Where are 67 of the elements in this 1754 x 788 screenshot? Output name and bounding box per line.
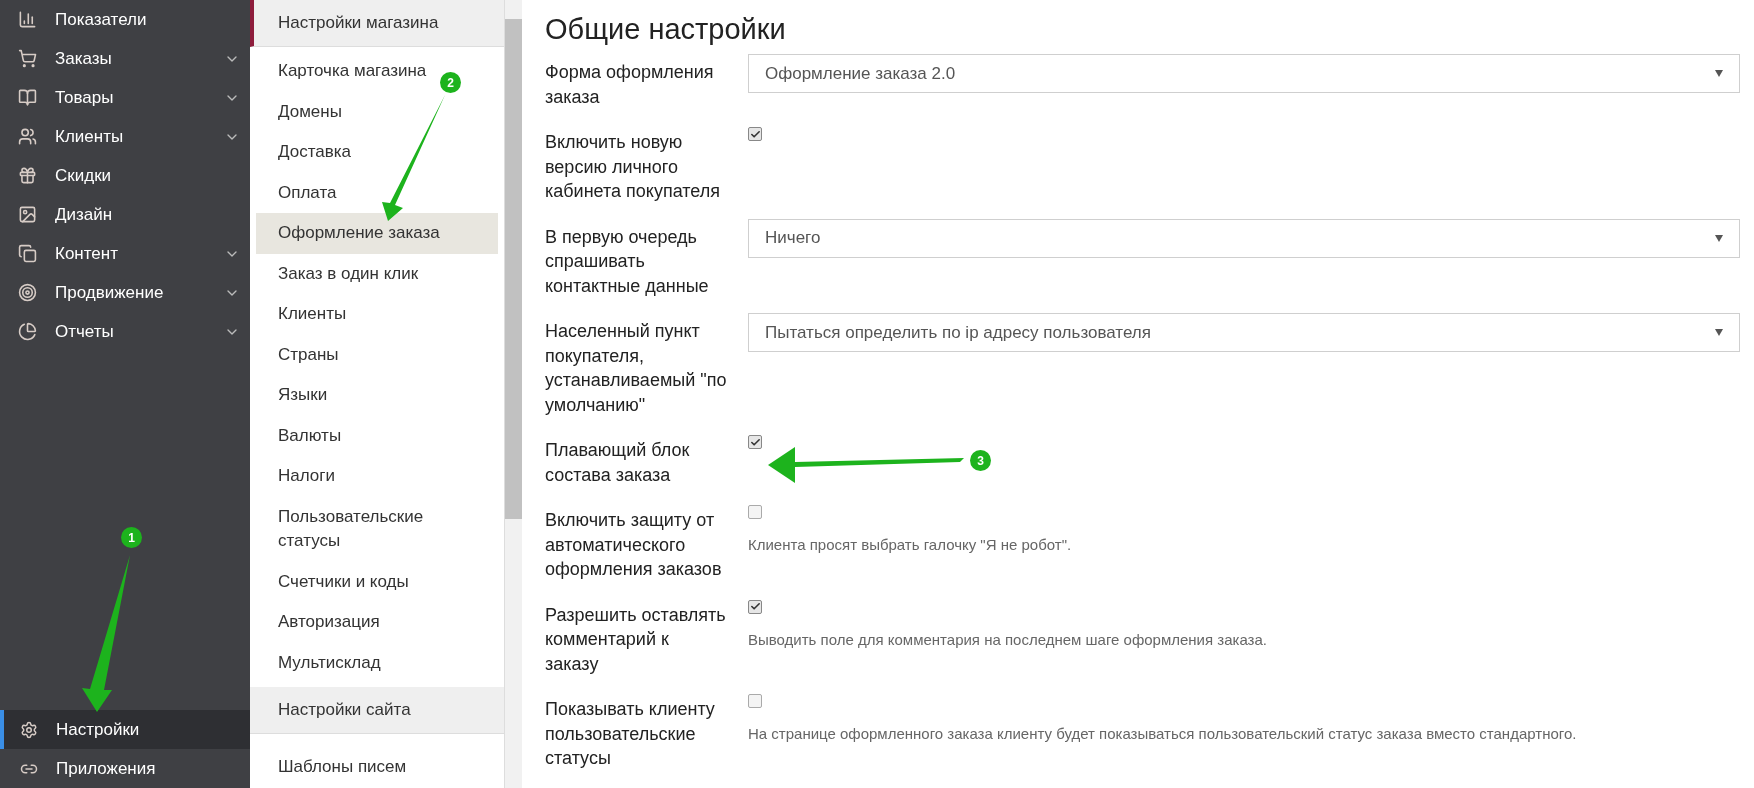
scrollbar-thumb[interactable] xyxy=(505,19,522,519)
submenu-item[interactable]: Оплата xyxy=(256,172,341,213)
check-icon xyxy=(749,128,761,140)
checkbox[interactable] xyxy=(748,694,762,708)
cart-icon xyxy=(18,49,37,68)
sidebar-item[interactable]: Товары xyxy=(0,78,250,117)
hint-text: Клиента просят выбрать галочку "Я не робот". xyxy=(748,535,1073,555)
sidebar-item[interactable]: Скидки xyxy=(0,156,250,195)
checkbox[interactable] xyxy=(748,599,762,614)
target-icon xyxy=(18,283,37,302)
setting-label: Показывать клиенту пользовательские статусы xyxy=(545,698,716,770)
submenu-item[interactable]: Доставка xyxy=(256,132,355,173)
dropdown-arrow-icon xyxy=(1715,70,1723,77)
submenu-item[interactable]: Счетчики и коды xyxy=(256,561,413,602)
image-icon xyxy=(18,205,37,224)
page-title: Общие настройки xyxy=(545,12,787,47)
setting-label: В первую очередь спрашивать контактные данные xyxy=(545,225,710,298)
checkbox[interactable] xyxy=(748,505,762,519)
submenu-item[interactable]: Заказ в один клик xyxy=(256,253,423,294)
sidebar-item[interactable]: Контент xyxy=(0,234,250,273)
setting-label: Населенный пункт покупателя, устанавливаемый "по умолчанию" xyxy=(545,320,727,417)
submenu-section-header[interactable]: Настройки магазина xyxy=(250,0,504,47)
bar-chart-icon xyxy=(18,10,37,29)
submenu-item[interactable]: Клиенты xyxy=(256,294,351,335)
setting-label: Форма оформления заказа xyxy=(545,61,715,109)
pie-chart-icon xyxy=(18,322,37,341)
submenu-item[interactable]: Авторизация xyxy=(256,602,384,643)
setting-label: Плавающий блок состава заказа xyxy=(545,439,691,487)
copy-icon xyxy=(18,244,37,263)
select-field[interactable]: Пытаться определить по ip адресу пользователя xyxy=(748,313,1740,352)
submenu-item[interactable]: Налоги xyxy=(256,456,339,497)
hint-text: На странице оформленного заказа клиенту будет показываться пользовательский статус заказа вместо стандартного. xyxy=(748,724,1578,744)
gift-icon xyxy=(18,166,37,185)
submenu-item[interactable]: Валюты xyxy=(256,415,346,456)
submenu-item[interactable]: Языки xyxy=(256,375,332,416)
sidebar-item[interactable]: Дизайн xyxy=(0,195,250,234)
submenu-item[interactable]: Шаблоны писем xyxy=(250,734,504,780)
submenu-item[interactable]: Страны xyxy=(256,334,343,375)
sidebar-item[interactable]: Приложения xyxy=(0,749,250,788)
setting-label: Включить новую версию личного кабинета покупателя xyxy=(545,131,721,203)
submenu-section-header[interactable]: Настройки сайта xyxy=(250,687,504,734)
sidebar-item[interactable]: Заказы xyxy=(0,39,250,78)
sidebar-item[interactable]: Клиенты xyxy=(0,117,250,156)
check-icon xyxy=(749,601,761,612)
sidebar-item[interactable]: Продвижение xyxy=(0,273,250,312)
dropdown-arrow-icon xyxy=(1715,234,1723,242)
setting-label: Включить защиту от автоматического оформления заказов xyxy=(545,509,723,581)
checkbox[interactable] xyxy=(748,435,762,449)
sidebar-item[interactable]: Настройки xyxy=(0,710,250,749)
sidebar-item[interactable]: Показатели xyxy=(0,0,250,39)
hint-text: Выводить поле для комментария на последнем шаге оформления заказа. xyxy=(748,629,1268,650)
select-field[interactable]: Оформление заказа 2.0 xyxy=(748,54,1740,93)
book-icon xyxy=(18,88,37,107)
check-icon xyxy=(749,436,761,448)
submenu-item[interactable]: Домены xyxy=(256,91,346,132)
setting-label: Разрешить оставлять комментарий к заказу xyxy=(545,603,727,676)
submenu-item[interactable]: Мультисклад xyxy=(256,642,385,683)
step-number-badge: 3 xyxy=(970,450,991,471)
checkbox[interactable] xyxy=(748,127,762,141)
submenu-item[interactable]: Пользовательские статусы xyxy=(256,496,461,562)
dropdown-arrow-icon xyxy=(1715,329,1723,336)
users-icon xyxy=(18,127,37,146)
sidebar-item[interactable]: Отчеты xyxy=(0,312,250,351)
settings-icon xyxy=(20,720,38,739)
submenu-item[interactable]: Карточка магазина xyxy=(256,51,431,92)
submenu-item[interactable]: Оформление заказа xyxy=(256,213,498,254)
select-field[interactable]: Ничего xyxy=(748,218,1740,258)
